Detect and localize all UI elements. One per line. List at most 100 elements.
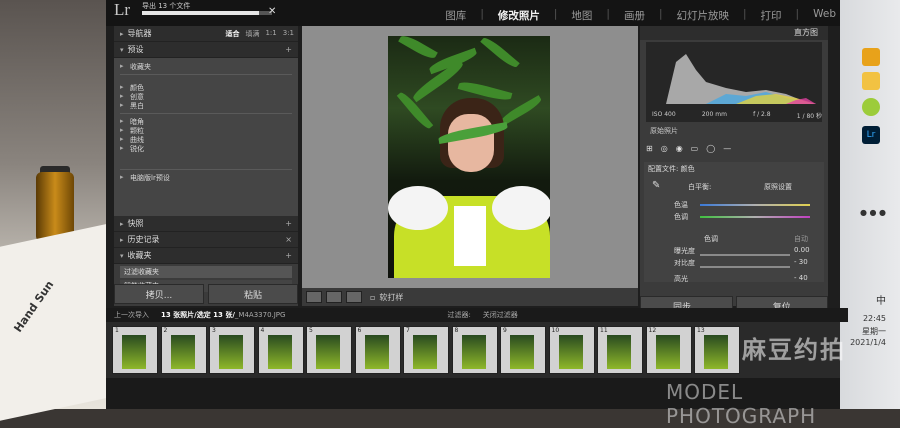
compare-view-button[interactable] [326,291,342,303]
tone-label: 色调 [704,235,718,243]
input-language[interactable]: 中 [876,292,886,307]
filmstrip-thumbnail[interactable]: 2 [160,326,207,374]
thumbnail-image [364,335,389,369]
module-develop[interactable]: 修改照片 [498,8,540,23]
filmstrip-thumbnail[interactable]: 13 [694,326,740,374]
temp-slider[interactable] [700,204,810,206]
filmstrip-thumbnail[interactable]: 4 [257,326,304,374]
thumbnail-image [267,335,292,369]
contrast-slider[interactable] [700,266,790,268]
zoom-fit[interactable]: 适合 [225,29,239,39]
preset-folder[interactable]: 创意 [120,92,292,101]
module-print[interactable]: 打印 [761,8,782,23]
brush-tool-icon[interactable]: — [723,144,731,154]
loupe-view-button[interactable] [306,291,322,303]
module-book[interactable]: 画册 [624,8,645,23]
thumbnail-image [170,335,195,369]
filmstrip-thumbnail[interactable]: 11 [597,326,643,374]
thumbnail-number: 12 [648,327,657,334]
thumbnail-image [413,335,437,369]
filmstrip-thumbnail[interactable]: 12 [645,326,692,374]
exposure-slider[interactable] [700,254,790,256]
thumbnail-number: 3 [212,327,216,334]
zoom-1-1[interactable]: 1:1 [265,29,276,39]
close-icon[interactable]: ✕ [268,6,276,17]
wb-select[interactable]: 原照设置 [764,182,792,192]
left-panel: ▸导航器 适合 填满 1:1 3:1 ▾预设+ 收藏夹 颜色 创意 黑白 暗角 … [114,26,298,306]
lightroom-taskbar-icon[interactable]: Lr [862,126,880,144]
exposure-label: 曝光度 [674,247,695,255]
navigator-header[interactable]: ▸ 导航器 适合 填满 1:1 3:1 [114,26,298,42]
thumbnail-image [219,335,243,369]
spot-removal-icon[interactable]: ◎ [661,144,668,154]
preset-folder[interactable]: 收藏夹 [120,62,292,71]
collections-header[interactable]: ▾ 收藏夹 + [114,248,298,264]
profile-label[interactable]: 配置文件: 颜色 [648,164,695,174]
history-header[interactable]: ▸ 历史记录 × [114,232,298,248]
filter-select[interactable]: 关闭过滤器 [483,310,518,320]
softproof-checkbox[interactable]: ▫ [370,293,375,302]
filmstrip-thumbnail[interactable]: 9 [500,326,546,374]
collection-item[interactable]: 过滤收藏夹 [120,266,292,278]
preset-folder[interactable]: 曲线 [120,135,292,144]
thumbnail-number: 7 [406,327,410,334]
copy-button[interactable]: 拷贝... [114,284,204,304]
preset-folder[interactable]: 锐化 [120,144,292,153]
histogram-header[interactable]: 直方图 [640,26,828,40]
lr-logo: Lr [114,0,131,19]
module-map[interactable]: 地图 [571,8,592,23]
watermark-en: MODEL PHOTOGRAPH [666,380,817,428]
filmstrip: 1 2 3 4 5 6 7 8 9 10 11 12 13 [106,322,840,378]
radial-filter-icon[interactable]: ◯ [706,144,715,154]
module-slideshow[interactable]: 幻灯片放映 [677,8,730,23]
filmstrip-thumbnail[interactable]: 1 [112,326,158,374]
export-progress [142,11,272,15]
exposure-value[interactable]: 0.00 [794,246,810,254]
filmstrip-thumbnail[interactable]: 7 [403,326,449,374]
clock-date: 2021/1/4 [850,338,886,347]
zoom-fill[interactable]: 填满 [245,29,259,39]
photo-canvas[interactable] [302,26,638,288]
lightroom-window: Lr 导出 13 个文件 ✕ 图库 | 修改照片 | 地图 | 画册 | 幻灯片放映 | … [106,0,848,409]
highlights-value[interactable]: - 40 [794,274,808,282]
eyedropper-icon[interactable]: ✎ [652,180,660,191]
app-icon[interactable] [862,98,880,116]
softproof-label: 软打样 [379,292,404,302]
filmstrip-thumbnail[interactable]: 6 [354,326,401,374]
snapshots-header[interactable]: ▸ 快照 + [114,216,298,232]
thumbnail-number: 1 [115,327,119,334]
top-bar: Lr 导出 13 个文件 ✕ 图库 | 修改照片 | 地图 | 画册 | 幻灯片放映 | … [106,0,840,26]
thumbnail-number: 5 [309,327,313,334]
folder-icon[interactable] [862,48,880,66]
preset-folder[interactable]: 暗角 [120,117,292,126]
auto-button[interactable]: 自动 [794,234,808,244]
zoom-3-1[interactable]: 3:1 [283,29,294,39]
filmstrip-thumbnail[interactable]: 10 [548,326,595,374]
tint-slider[interactable] [700,216,810,218]
filmstrip-thumbnail[interactable]: 8 [451,326,498,374]
preset-folder[interactable]: 颗粒 [120,126,292,135]
tool-strip: ⊞ ◎ ◉ ▭ ◯ — [646,144,822,154]
redeye-icon[interactable]: ◉ [676,144,683,154]
module-web[interactable]: Web [813,8,836,23]
paste-button[interactable]: 粘贴 [208,284,298,304]
module-library[interactable]: 图库 [445,8,466,23]
filmstrip-thumbnail[interactable]: 3 [209,326,255,374]
filename: _M4A3370.JPG [234,311,286,319]
original-photo-toggle[interactable]: 原始照片 [650,126,678,136]
filmstrip-thumbnail[interactable]: 5 [306,326,352,374]
thumbnail-number: 13 [697,327,705,334]
basic-panel: 配置文件: 颜色 ✎ 白平衡: 原照设置 色温 色调 色调 自动 曝光度 0.0… [644,162,824,283]
notes-icon[interactable] [862,72,880,90]
survey-view-button[interactable] [346,291,362,303]
presets-header[interactable]: ▾ 预设 + [114,42,298,58]
graduated-filter-icon[interactable]: ▭ [691,144,699,154]
preset-folder[interactable]: 电脑版lr预设 [120,173,292,182]
crop-tool-icon[interactable]: ⊞ [646,144,653,154]
main-photo[interactable] [388,36,550,278]
prev-import-label[interactable]: 上一次导入 [114,310,149,320]
contrast-value[interactable]: - 30 [794,258,808,266]
preset-folder[interactable]: 黑白 [120,101,292,110]
preset-folder[interactable]: 颜色 [120,83,292,92]
thumbnail-number: 11 [600,327,608,334]
